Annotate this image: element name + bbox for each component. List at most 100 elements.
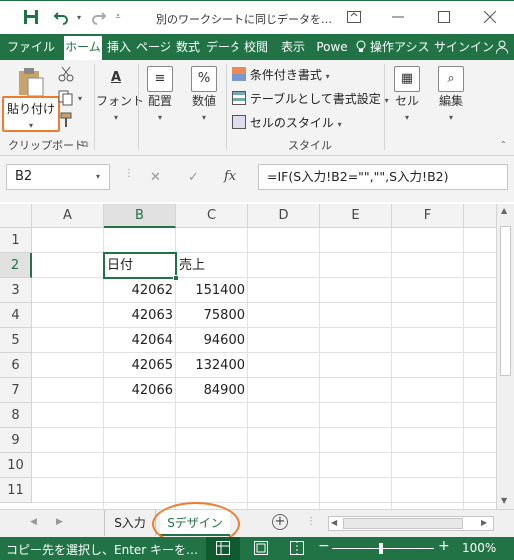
number-button[interactable]: % 数値 ▾ — [184, 66, 224, 123]
cell-c3[interactable]: 151400 — [176, 278, 248, 303]
row-header[interactable]: 5 — [0, 328, 32, 353]
column-header[interactable]: E — [320, 204, 392, 228]
collapse-ribbon-icon[interactable]: ⌃ — [500, 140, 507, 149]
editing-button[interactable]: ⌕ 編集 ▾ — [434, 66, 468, 123]
share-icon[interactable] — [492, 34, 512, 60]
enter-icon[interactable]: ✓ — [188, 170, 199, 185]
vertical-scrollbar[interactable]: ▲ ▼ — [496, 204, 514, 509]
scroll-left-icon[interactable]: ◀ — [331, 518, 337, 527]
normal-view-icon[interactable] — [216, 541, 230, 558]
vertical-scroll-thumb[interactable] — [500, 226, 511, 376]
copy-icon[interactable] — [58, 90, 74, 109]
page-break-view-icon[interactable] — [290, 541, 304, 558]
scroll-up-icon[interactable]: ▲ — [501, 206, 507, 215]
row-header[interactable]: 4 — [0, 303, 32, 328]
name-box[interactable]: B2 — [6, 164, 110, 190]
tab-insert[interactable]: 挿入 — [104, 34, 134, 60]
zoom-out-icon[interactable]: − — [318, 538, 330, 554]
row-header[interactable]: 8 — [0, 403, 32, 428]
insert-function-icon[interactable]: fx — [224, 169, 236, 184]
tab-review[interactable]: 校閲 — [240, 34, 272, 60]
tell-me-search[interactable]: 操作アシス — [370, 34, 432, 60]
zoom-slider[interactable] — [332, 548, 434, 549]
redo-icon[interactable] — [88, 7, 110, 27]
row-header[interactable]: 2 — [0, 253, 32, 278]
cell-gridlines — [32, 228, 496, 509]
alignment-button[interactable]: ≡ 配置 ▾ — [140, 66, 180, 123]
tab-file[interactable]: ファイル — [0, 34, 62, 60]
cell-c7[interactable]: 84900 — [176, 378, 248, 403]
undo-dropdown-icon[interactable]: ▾ — [73, 7, 85, 27]
cell-c2[interactable]: 売上 — [176, 253, 248, 278]
cell-c6[interactable]: 132400 — [176, 353, 248, 378]
cells-button[interactable]: ▦ セル ▾ — [390, 66, 424, 123]
cell-b2[interactable]: 日付 — [104, 253, 176, 278]
format-painter-icon[interactable] — [58, 112, 74, 131]
cell-c5[interactable]: 94600 — [176, 328, 248, 353]
column-header[interactable]: A — [32, 204, 104, 228]
cell-c4[interactable]: 75800 — [176, 303, 248, 328]
row-header[interactable]: 3 — [0, 278, 32, 303]
row-header[interactable]: 7 — [0, 378, 32, 403]
select-all-corner[interactable] — [0, 204, 32, 228]
close-icon[interactable] — [478, 7, 502, 27]
paste-highlight[interactable]: 貼り付け ▾ — [2, 96, 60, 132]
cell-b7[interactable]: 42066 — [104, 378, 176, 403]
horizontal-scrollbar[interactable]: ◀ ▶ — [328, 516, 494, 531]
tab-view[interactable]: 表示 — [274, 34, 312, 60]
formula-input[interactable]: =IF(S入力!B2="","",S入力!B2) — [258, 164, 508, 190]
ribbon-display-icon[interactable] — [342, 7, 366, 27]
tab-home[interactable]: ホーム — [64, 36, 102, 60]
horizontal-scroll-thumb[interactable] — [343, 518, 463, 529]
column-header[interactable]: F — [392, 204, 464, 228]
tab-data[interactable]: データ — [206, 34, 238, 60]
column-header[interactable] — [464, 204, 496, 228]
copy-dropdown-icon[interactable]: ▾ — [78, 94, 82, 103]
column-header[interactable]: B — [104, 204, 176, 228]
minimize-icon[interactable] — [386, 7, 410, 27]
cell-b3[interactable]: 42062 — [104, 278, 176, 303]
row-header[interactable]: 1 — [0, 228, 32, 253]
zoom-level[interactable]: 100% — [462, 541, 496, 555]
scroll-down-icon[interactable]: ▼ — [501, 496, 507, 505]
sheet-tab-input[interactable]: S入力 — [104, 510, 156, 536]
format-as-table-button[interactable]: テーブルとして書式設定 ▾ — [232, 90, 389, 107]
cell-styles-button[interactable]: セルのスタイル ▾ — [232, 114, 342, 131]
name-box-dropdown-icon[interactable]: ▾ — [96, 172, 100, 181]
cell-b4[interactable]: 42063 — [104, 303, 176, 328]
row-header[interactable]: 11 — [0, 478, 32, 503]
save-icon[interactable] — [20, 7, 42, 27]
add-sheet-icon[interactable]: + — [272, 514, 288, 530]
cell-b5[interactable]: 42064 — [104, 328, 176, 353]
row-header[interactable]: 10 — [0, 453, 32, 478]
page-layout-view-icon[interactable] — [254, 541, 268, 558]
customize-qat-icon[interactable]: ⩡ — [112, 7, 124, 27]
row-header[interactable]: 6 — [0, 353, 32, 378]
column-header[interactable]: D — [248, 204, 320, 228]
conditional-format-button[interactable]: 条件付き書式 ▾ — [232, 66, 330, 83]
tab-split-icon[interactable]: ⋮ — [306, 516, 316, 527]
zoom-slider-thumb[interactable] — [379, 543, 383, 554]
ribbon-tabs: ファイル ホーム 挿入 ページ 数式 データ 校閲 表示 Powe 操作アシス … — [0, 34, 514, 60]
tab-page-layout[interactable]: ページ — [136, 34, 170, 60]
font-color-icon: A — [110, 70, 122, 85]
tab-formulas[interactable]: 数式 — [172, 34, 204, 60]
sign-in-link[interactable]: サインイン — [434, 34, 494, 60]
zoom-in-icon[interactable]: + — [438, 538, 450, 554]
maximize-icon[interactable] — [432, 7, 456, 27]
conditional-format-icon — [232, 67, 246, 81]
cell-b6[interactable]: 42065 — [104, 353, 176, 378]
fill-handle[interactable] — [173, 275, 179, 281]
tab-power[interactable]: Powe — [314, 34, 350, 60]
clipboard-launcher-icon[interactable]: ⧉ — [82, 140, 88, 150]
scroll-right-icon[interactable]: ▶ — [481, 518, 487, 527]
worksheet-grid: A B C D E F 1 2 3 4 5 6 7 8 9 10 11 日付 売… — [0, 204, 496, 509]
prev-sheet-icon[interactable]: ◀ — [30, 517, 37, 527]
row-header[interactable]: 9 — [0, 428, 32, 453]
undo-icon[interactable] — [50, 7, 72, 27]
cancel-icon[interactable]: ✕ — [150, 170, 161, 185]
font-button[interactable]: A フォント ▾ — [96, 66, 144, 123]
next-sheet-icon[interactable]: ▶ — [56, 517, 63, 527]
cut-icon[interactable] — [58, 66, 74, 85]
column-header[interactable]: C — [176, 204, 248, 228]
